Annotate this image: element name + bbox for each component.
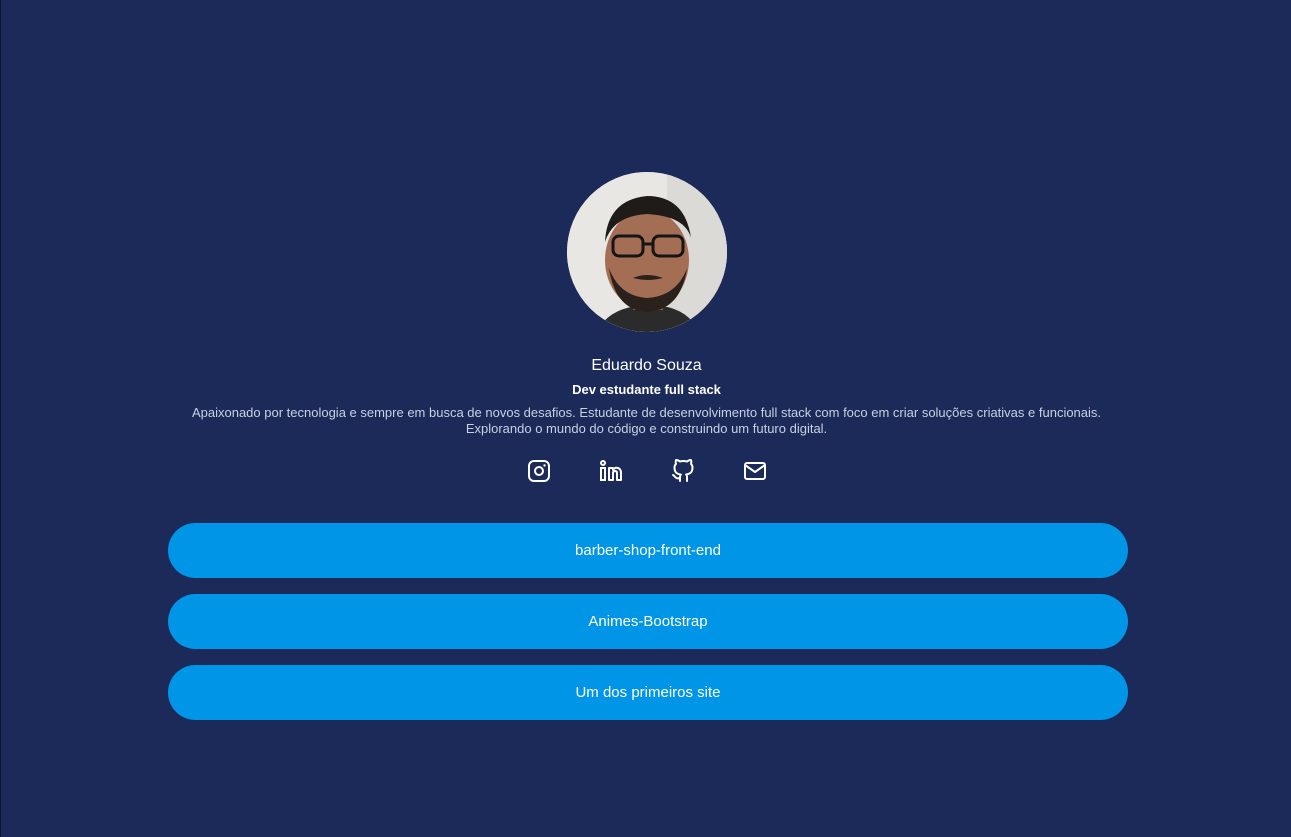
github-icon (671, 459, 693, 482)
avatar-photo (566, 172, 727, 332)
social-links (527, 459, 767, 483)
profile-bio: Apaixonado por tecnologia e sempre em bu… (191, 405, 1102, 436)
mail-icon (743, 462, 766, 480)
link-button-animes-bootstrap[interactable]: Animes-Bootstrap (168, 594, 1128, 649)
linkedin-link[interactable] (599, 459, 623, 483)
mail-link[interactable] (743, 459, 767, 483)
profile-name: Eduardo Souza (591, 357, 702, 374)
link-button-primeiros-site[interactable]: Um dos primeiros site (168, 665, 1128, 720)
instagram-icon (527, 460, 550, 482)
link-button-barber-shop[interactable]: barber-shop-front-end (168, 523, 1128, 578)
profile-role: Dev estudante full stack (572, 382, 721, 397)
linkedin-icon (599, 460, 622, 481)
github-link[interactable] (671, 459, 695, 483)
project-links: barber-shop-front-end Animes-Bootstrap U… (168, 523, 1128, 720)
instagram-link[interactable] (527, 459, 551, 483)
profile-section: Eduardo Souza Dev estudante full stack A… (1, 172, 1291, 483)
avatar (566, 172, 727, 332)
